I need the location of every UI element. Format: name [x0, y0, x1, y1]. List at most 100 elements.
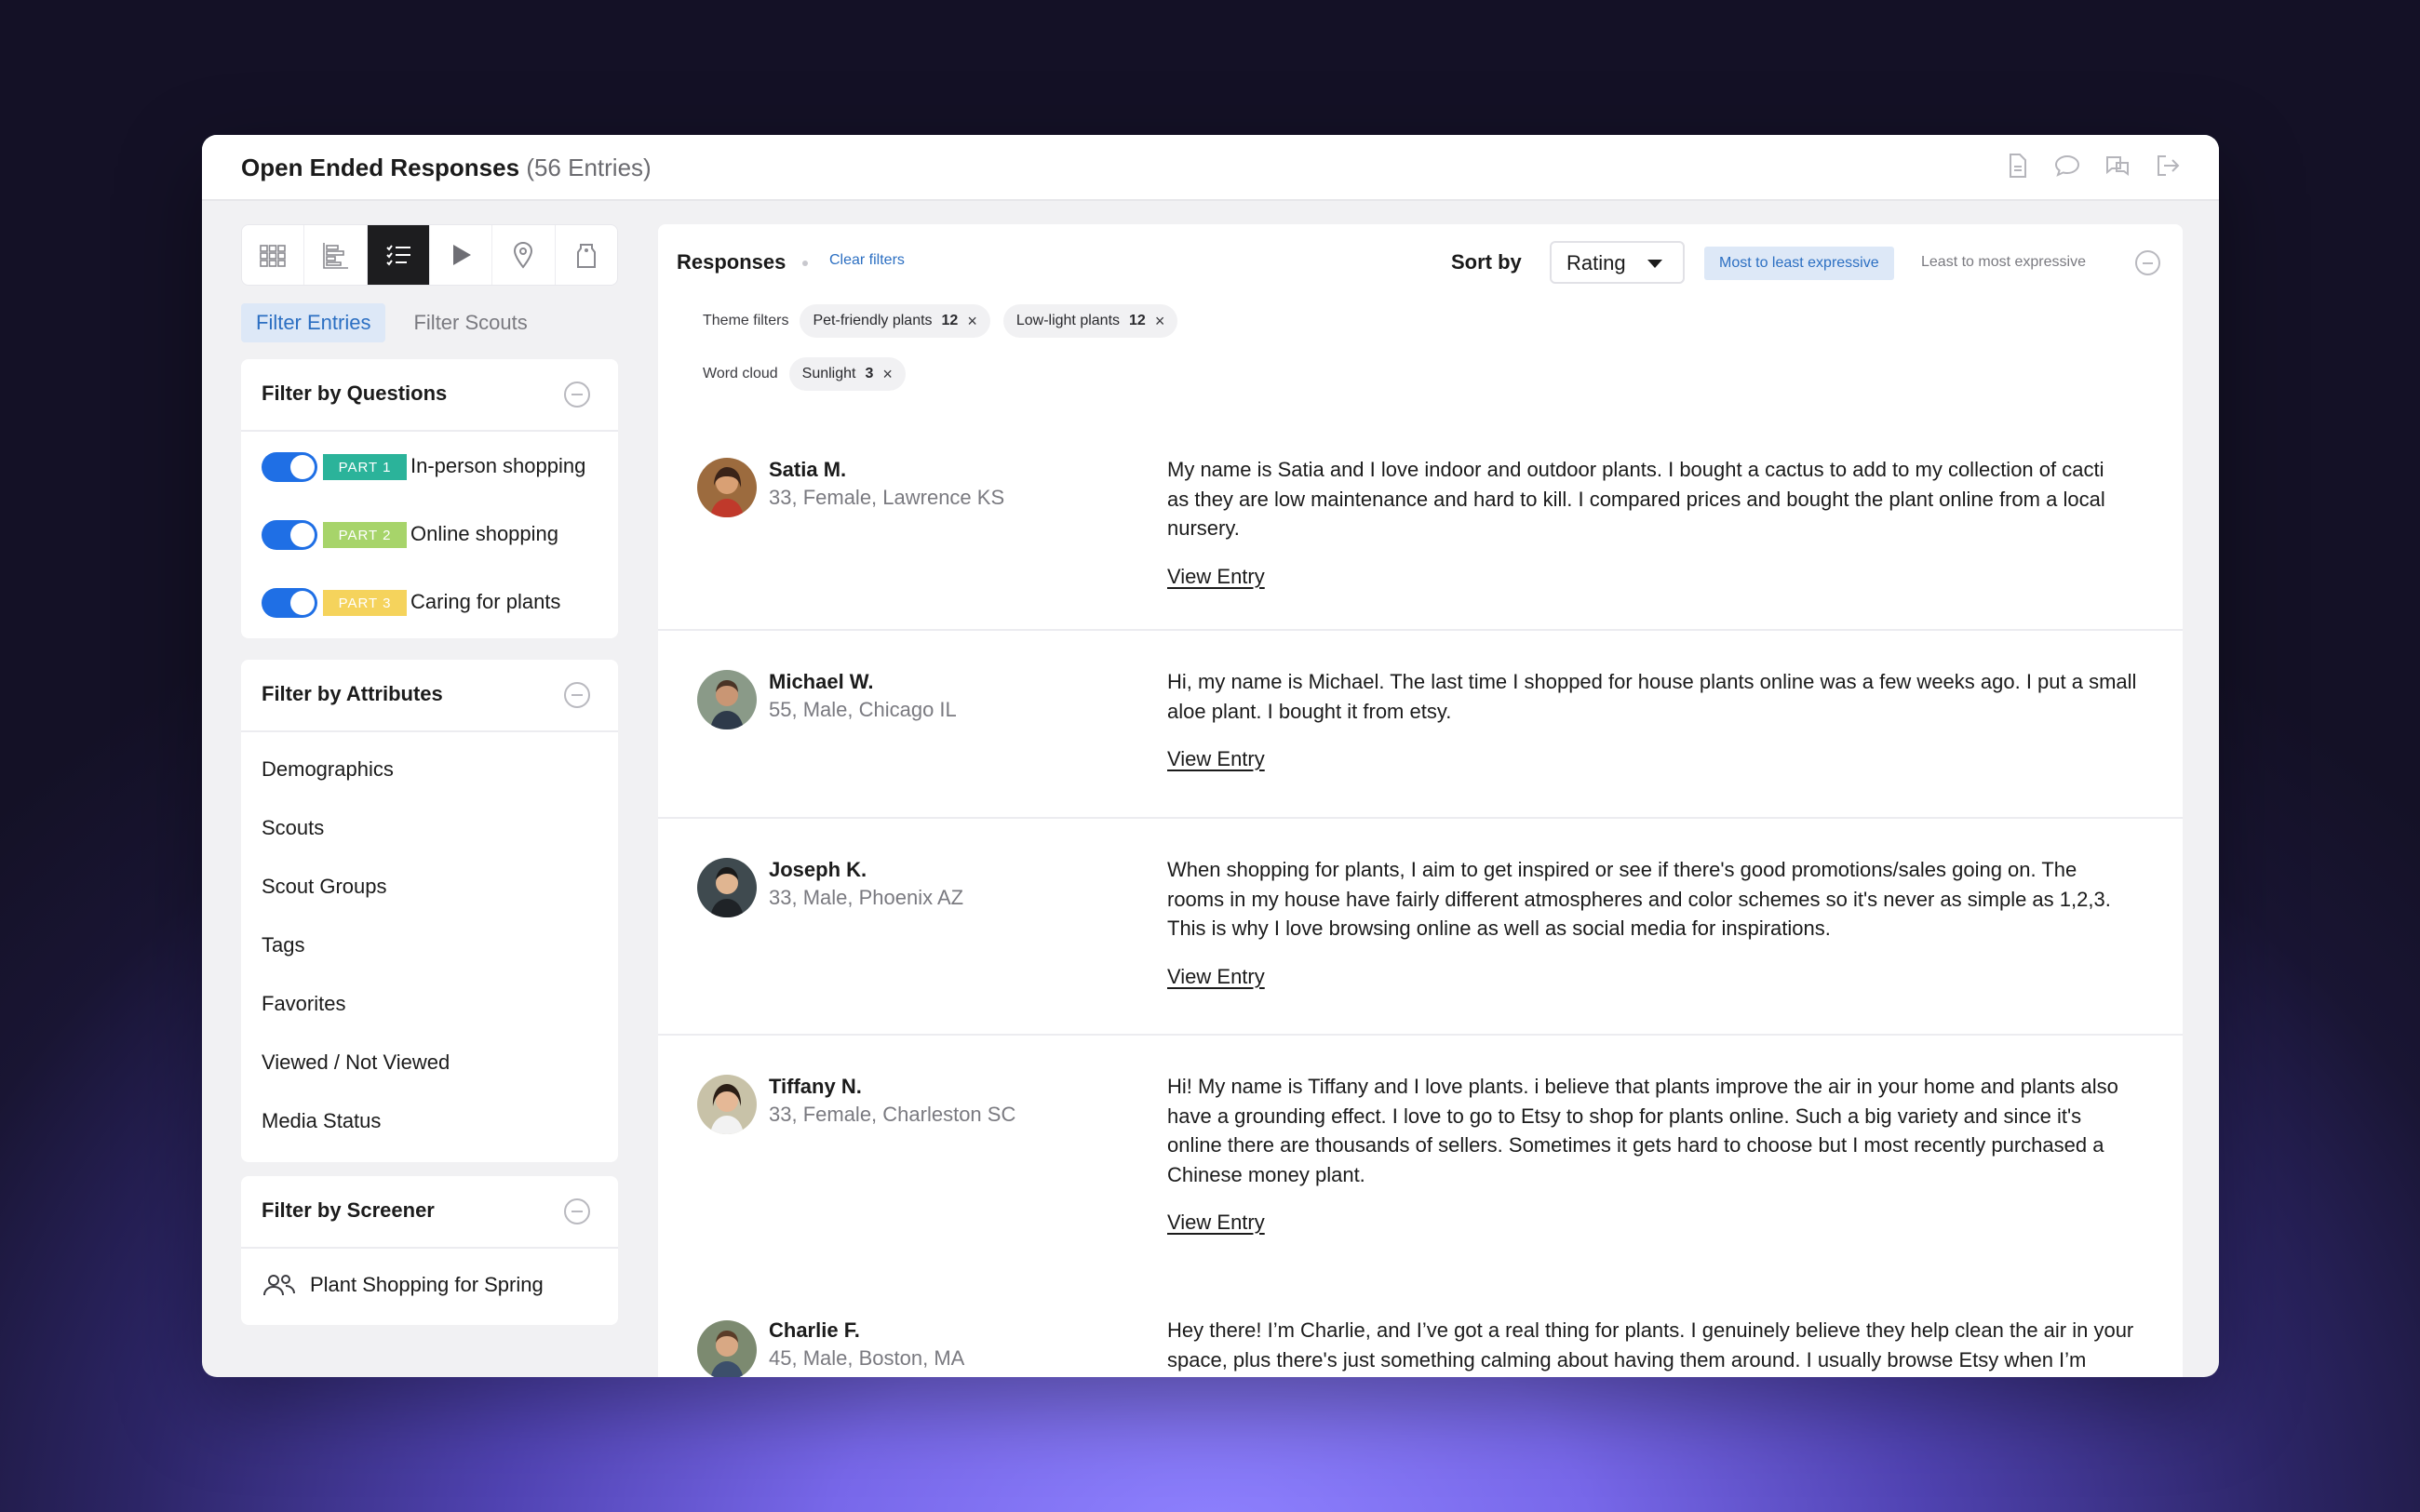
respondent-meta: 55, Male, Chicago IL: [769, 698, 957, 721]
question-toggle[interactable]: [262, 520, 317, 550]
grid-view-button[interactable]: [242, 225, 305, 285]
chip-label: Sunlight: [801, 366, 856, 381]
collapse-icon[interactable]: [564, 1198, 590, 1224]
location-view-button[interactable]: [492, 225, 556, 285]
question-list: PART 1 In-person shopping PART 2 Online …: [241, 432, 618, 639]
clear-filters-link[interactable]: Clear filters: [829, 252, 905, 269]
question-label: Caring for plants: [410, 590, 561, 613]
responses-panel: Responses Clear filters Sort by Rating M…: [658, 224, 2183, 1377]
title-actions: [2003, 152, 2182, 184]
comment-icon[interactable]: [2053, 152, 2081, 184]
chip-count: 12: [941, 313, 959, 328]
close-icon[interactable]: ×: [1155, 312, 1165, 331]
filter-chip[interactable]: Sunlight 3 ×: [788, 357, 906, 391]
avatar: [697, 670, 757, 729]
attribute-demographics[interactable]: Demographics: [241, 740, 618, 798]
tab-filter-scouts[interactable]: Filter Scouts: [398, 303, 542, 342]
response-line: have a grounding effect. I love to go to…: [1167, 1104, 2082, 1128]
view-entry-link[interactable]: View Entry: [1167, 565, 1265, 589]
play-view-button[interactable]: [430, 225, 493, 285]
respondent-meta: 45, Male, Boston, MA: [769, 1346, 965, 1370]
collapse-icon[interactable]: [564, 682, 590, 708]
filter-chip[interactable]: Low-light plants 12 ×: [1002, 304, 1178, 338]
list-view-button[interactable]: [367, 225, 430, 285]
question-toggle[interactable]: [262, 588, 317, 618]
questions-panel-header: Filter by Questions: [241, 359, 618, 432]
response-entry: Tiffany N. 33, Female, Charleston SC Hi!…: [658, 1036, 2183, 1281]
response-entry: Satia M. 33, Female, Lawrence KS My name…: [658, 415, 2183, 631]
screener-panel-header: Filter by Screener: [241, 1176, 618, 1249]
grid-view-icon: [260, 245, 286, 267]
response-text: My name is Satia and I love indoor and o…: [1167, 455, 2154, 543]
response-line: This is why I love browsing online as we…: [1167, 917, 1831, 940]
filter-chip[interactable]: Pet-friendly plants 12 ×: [800, 304, 990, 338]
response-line: aloe plant. I bought it from etsy.: [1167, 699, 1452, 723]
avatar: [697, 1320, 757, 1377]
attributes-panel-title: Filter by Attributes: [262, 682, 443, 705]
screener-item[interactable]: Plant Shopping for Spring: [241, 1249, 618, 1321]
tag-view-button[interactable]: [556, 225, 617, 285]
screener-label: Plant Shopping for Spring: [310, 1273, 544, 1296]
respondent-name[interactable]: Satia M.: [769, 458, 846, 482]
attribute-tags[interactable]: Tags: [241, 916, 618, 974]
attribute-scout-groups[interactable]: Scout Groups: [241, 857, 618, 916]
response-entry: Charlie F. 45, Male, Boston, MA Hey ther…: [658, 1281, 2183, 1377]
close-icon[interactable]: ×: [967, 312, 977, 331]
response-entry: Joseph K. 33, Male, Phoenix AZ When shop…: [658, 819, 2183, 1036]
question-toggle[interactable]: [262, 452, 317, 482]
question-label: In-person shopping: [410, 454, 586, 477]
page-title-text: Open Ended Responses: [241, 154, 520, 181]
attribute-scouts[interactable]: Scouts: [241, 798, 618, 857]
translate-icon[interactable]: [2104, 152, 2131, 184]
chip-label: Pet-friendly plants: [813, 313, 933, 328]
view-entry-link[interactable]: View Entry: [1167, 747, 1265, 771]
part-badge: PART 1: [323, 454, 407, 480]
response-line: My name is Satia and I love indoor and o…: [1167, 458, 2104, 481]
collapse-icon[interactable]: [564, 381, 590, 408]
page-title: Open Ended Responses (56 Entries): [241, 154, 652, 182]
respondent-name[interactable]: Michael W.: [769, 670, 873, 694]
view-entry-link[interactable]: View Entry: [1167, 1211, 1265, 1235]
chip-label: Low-light plants: [1015, 313, 1121, 328]
separator-dot: [802, 261, 808, 266]
response-text: When shopping for plants, I aim to get i…: [1167, 855, 2154, 943]
bar-chart-icon: [323, 243, 349, 269]
attribute-viewed[interactable]: Viewed / Not Viewed: [241, 1033, 618, 1091]
chip-count: 3: [865, 366, 874, 381]
collapse-icon[interactable]: [2135, 250, 2160, 275]
view-entry-link[interactable]: View Entry: [1167, 965, 1265, 989]
respondent-meta: 33, Female, Lawrence KS: [769, 486, 1005, 509]
response-line: Hi, my name is Michael. The last time I …: [1167, 670, 2137, 693]
response-line: When shopping for plants, I aim to get i…: [1167, 858, 2077, 881]
response-line: online there are thousands of sellers. S…: [1167, 1133, 2104, 1157]
respondent-name[interactable]: Joseph K.: [769, 858, 867, 882]
response-text: Hi! My name is Tiffany and I love plants…: [1167, 1072, 2154, 1189]
respondent-meta: 33, Male, Phoenix AZ: [769, 886, 964, 909]
close-icon[interactable]: ×: [882, 365, 893, 384]
order-most-to-least-button[interactable]: Most to least expressive: [1704, 247, 1894, 280]
respondent-name[interactable]: Tiffany N.: [769, 1075, 862, 1099]
response-line: as they are low maintenance and hard to …: [1167, 487, 2105, 511]
part-badge: PART 3: [323, 590, 407, 616]
attribute-media-status[interactable]: Media Status: [241, 1091, 618, 1150]
theme-filters-row: Theme filters Pet-friendly plants 12 × L…: [703, 304, 1178, 338]
people-icon: [263, 1275, 295, 1296]
question-row: PART 2 Online shopping: [241, 503, 618, 571]
theme-filters-label: Theme filters: [703, 313, 789, 328]
attribute-favorites[interactable]: Favorites: [241, 974, 618, 1033]
word-cloud-label: Word cloud: [703, 366, 778, 381]
tab-filter-entries[interactable]: Filter Entries: [241, 303, 386, 342]
order-least-to-most-button[interactable]: Least to most expressive: [1921, 254, 2086, 271]
response-text: Hi, my name is Michael. The last time I …: [1167, 667, 2154, 726]
questions-panel-title: Filter by Questions: [262, 381, 448, 405]
avatar: [697, 858, 757, 917]
attribute-list: Demographics Scouts Scout Groups Tags Fa…: [241, 732, 618, 1150]
logout-icon[interactable]: [2154, 152, 2182, 184]
sort-value: Rating: [1566, 251, 1626, 274]
respondent-name[interactable]: Charlie F.: [769, 1318, 860, 1343]
caret-down-icon: [1647, 260, 1662, 268]
document-icon[interactable]: [2003, 152, 2031, 184]
bar-chart-view-button[interactable]: [304, 225, 368, 285]
sort-dropdown[interactable]: Rating: [1550, 241, 1685, 284]
tag-icon: [576, 244, 596, 268]
